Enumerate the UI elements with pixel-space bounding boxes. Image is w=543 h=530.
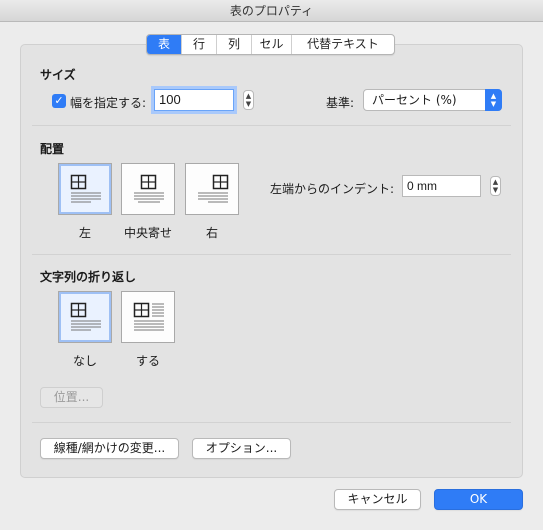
align-right-option[interactable] <box>185 163 239 215</box>
indent-stepper[interactable]: ▲ ▼ <box>490 176 501 196</box>
wrapping-section-title: 文字列の折り返し <box>40 270 137 284</box>
basis-select-value: パーセント (%) <box>372 93 457 107</box>
align-left-option[interactable] <box>58 163 112 215</box>
width-checkbox-label: 幅を指定する: <box>70 96 147 110</box>
tab-alt-text[interactable]: 代替テキスト <box>292 35 394 54</box>
divider <box>32 254 511 255</box>
tab-column[interactable]: 列 <box>217 35 252 54</box>
alignment-section-title: 配置 <box>40 142 65 156</box>
divider <box>32 422 511 423</box>
align-center-icon <box>134 174 164 203</box>
tab-cell[interactable]: セル <box>252 35 292 54</box>
tab-table[interactable]: 表 <box>147 35 182 54</box>
window-title: 表のプロパティ <box>0 0 543 22</box>
wrap-none-option[interactable] <box>58 291 112 343</box>
align-right-label: 右 <box>205 226 218 240</box>
divider <box>32 125 511 126</box>
wrap-around-label: する <box>135 354 160 368</box>
tab-row[interactable]: 行 <box>182 35 217 54</box>
chevron-up-down-icon: ▲ ▼ <box>492 178 499 194</box>
cancel-button[interactable]: キャンセル <box>334 489 421 510</box>
basis-label: 基準: <box>326 96 355 110</box>
align-center-option[interactable] <box>121 163 175 215</box>
position-button[interactable]: 位置... <box>40 387 103 408</box>
chevron-up-down-icon: ▲ ▼ <box>245 92 252 108</box>
align-left-icon <box>70 174 101 203</box>
size-section-title: サイズ <box>40 68 76 82</box>
borders-shading-button[interactable]: 線種/網かけの変更... <box>40 438 179 459</box>
tab-bar: 表 行 列 セル 代替テキスト <box>146 34 395 55</box>
options-button[interactable]: オプション... <box>192 438 291 459</box>
ok-button[interactable]: OK <box>434 489 523 510</box>
align-center-label: 中央寄せ <box>123 226 172 240</box>
wrap-around-icon <box>133 302 164 331</box>
chevron-up-down-icon: ▲ ▼ <box>485 89 502 111</box>
wrap-none-label: なし <box>72 354 97 368</box>
checkmark-icon: ✓ <box>54 94 64 107</box>
wrap-none-icon <box>70 302 101 331</box>
wrap-around-option[interactable] <box>121 291 175 343</box>
indent-input[interactable]: 0 mm <box>402 175 481 197</box>
align-left-label: 左 <box>78 226 91 240</box>
width-checkbox[interactable]: ✓ <box>52 94 66 108</box>
width-stepper[interactable]: ▲ ▼ <box>243 90 254 110</box>
width-input[interactable]: 100 <box>154 89 234 111</box>
indent-label: 左端からのインデント: <box>270 182 395 196</box>
align-right-icon <box>198 174 229 203</box>
basis-select[interactable]: パーセント (%) ▲ ▼ <box>363 89 502 111</box>
